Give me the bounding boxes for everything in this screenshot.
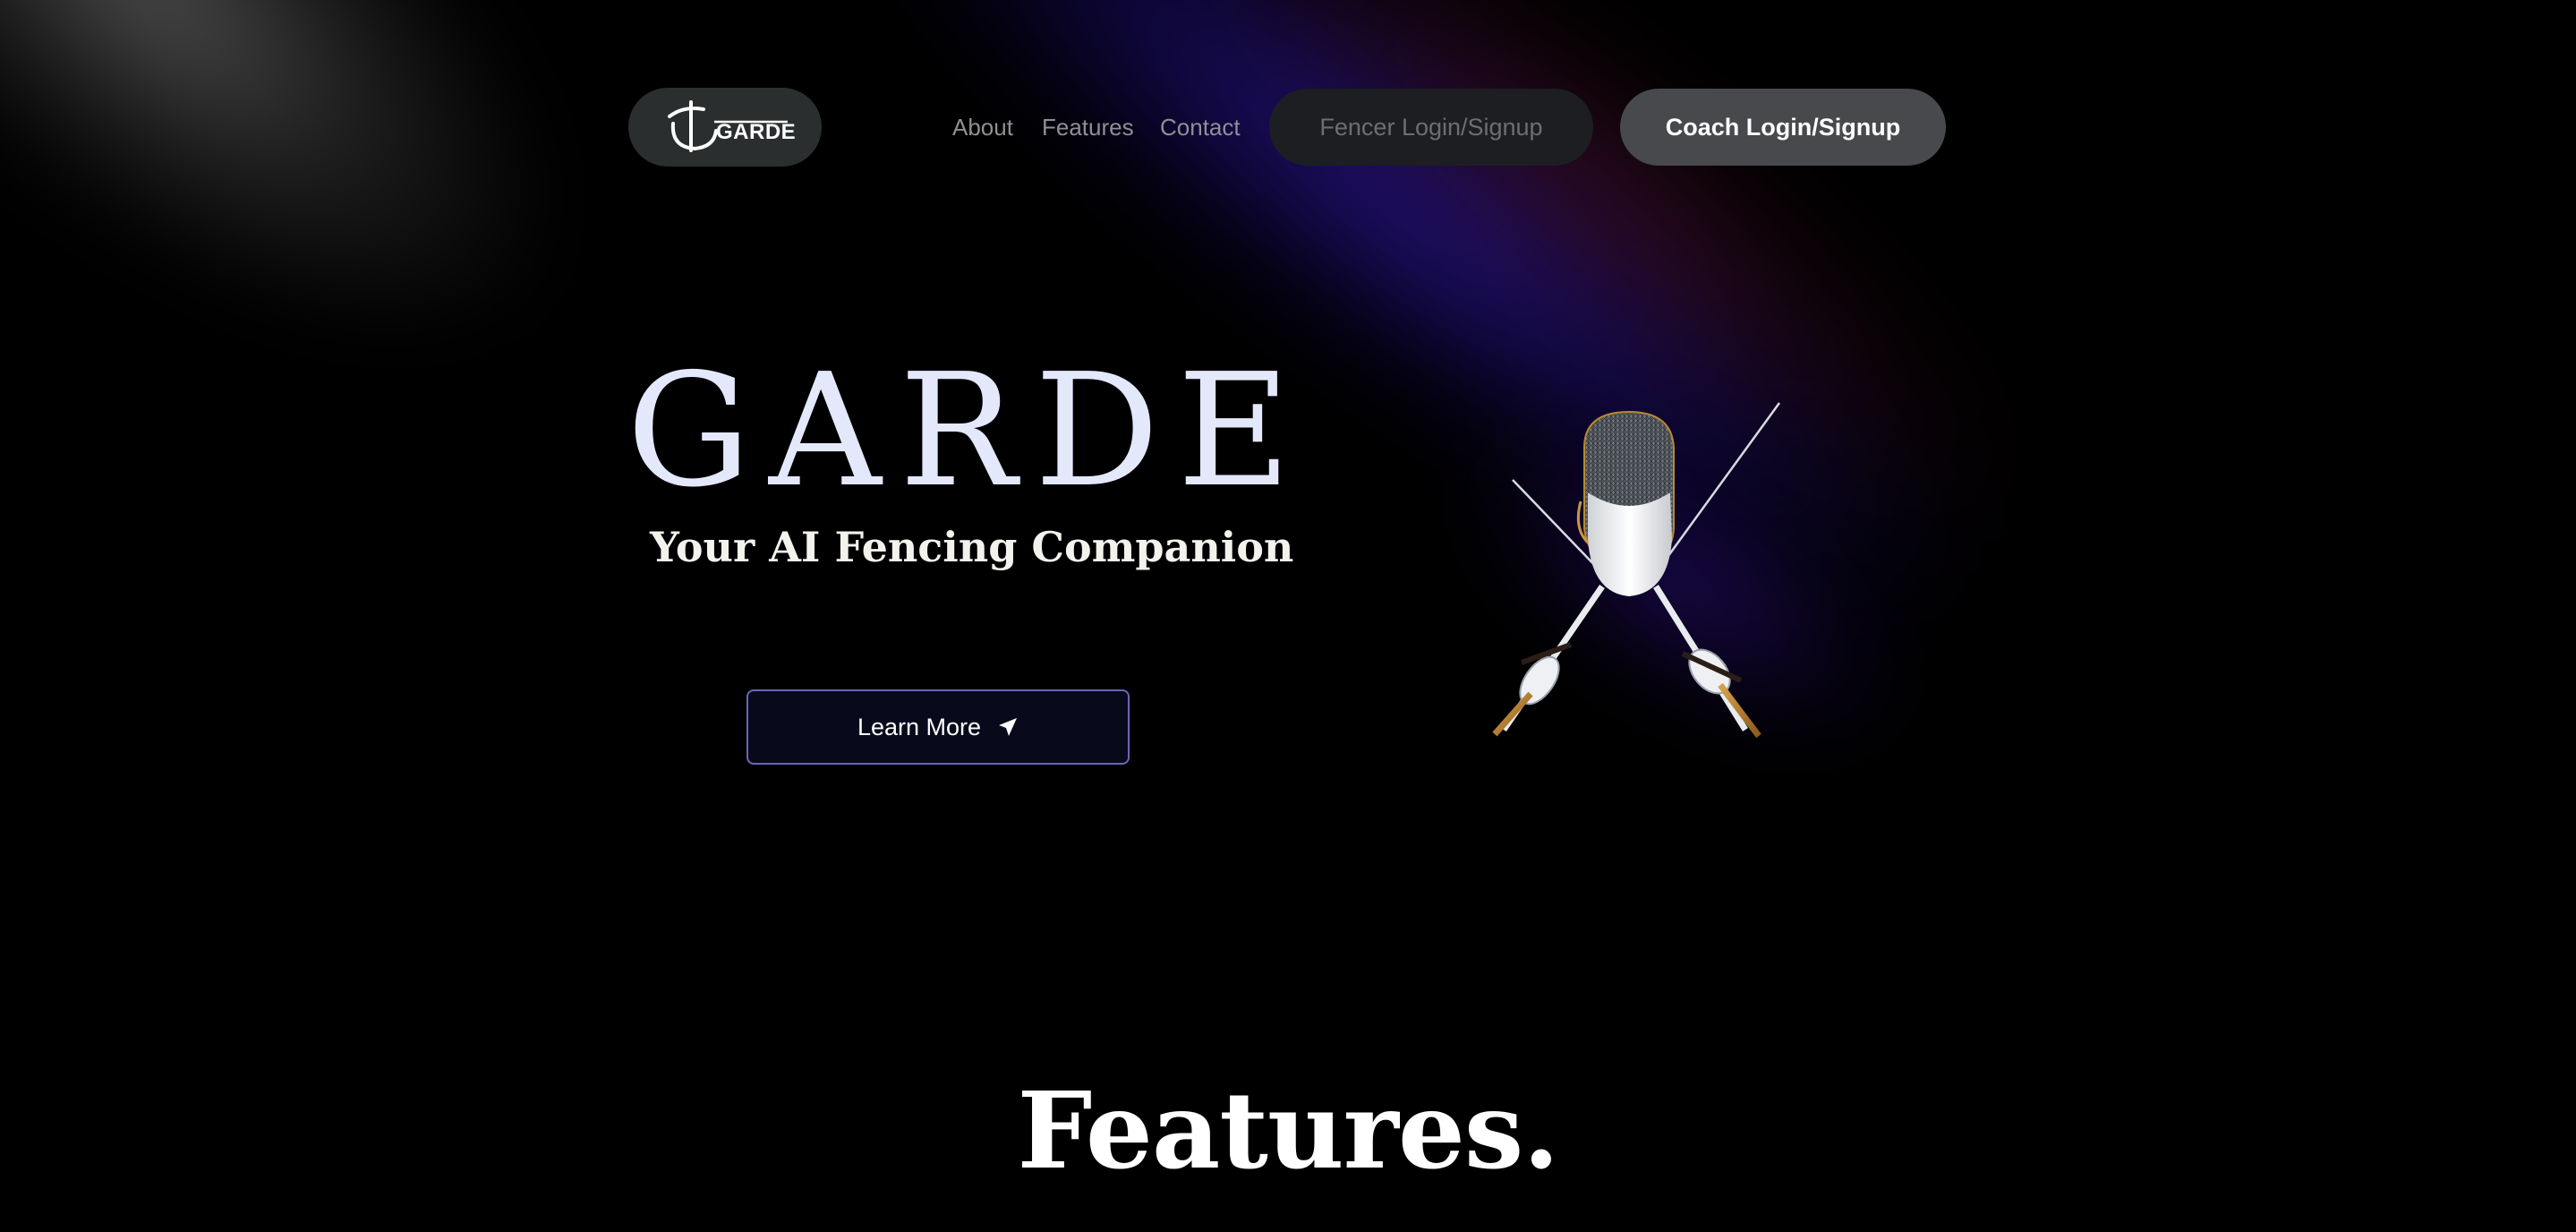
learn-more-label: Learn More xyxy=(857,713,982,740)
logo: GARDE xyxy=(662,100,796,154)
nav-link-features[interactable]: Features xyxy=(1042,111,1134,143)
send-arrow-icon xyxy=(997,716,1019,738)
fencer-login-signup-button[interactable]: Fencer Login/Signup xyxy=(1269,89,1593,166)
nav-link-contact[interactable]: Contact xyxy=(1160,111,1241,143)
background xyxy=(0,0,2576,1232)
nav-link-about[interactable]: About xyxy=(952,111,1013,143)
coach-login-signup-label: Coach Login/Signup xyxy=(1665,113,1901,141)
learn-more-button[interactable]: Learn More xyxy=(746,689,1130,765)
logo-home-button[interactable]: GARDE xyxy=(628,88,822,167)
logo-text: GARDE xyxy=(716,120,797,144)
coach-login-signup-button[interactable]: Coach Login/Signup xyxy=(1620,89,1946,166)
fencer-login-signup-label: Fencer Login/Signup xyxy=(1319,113,1543,141)
top-navigation: GARDE About Features Contact Fencer Logi… xyxy=(0,0,2576,179)
